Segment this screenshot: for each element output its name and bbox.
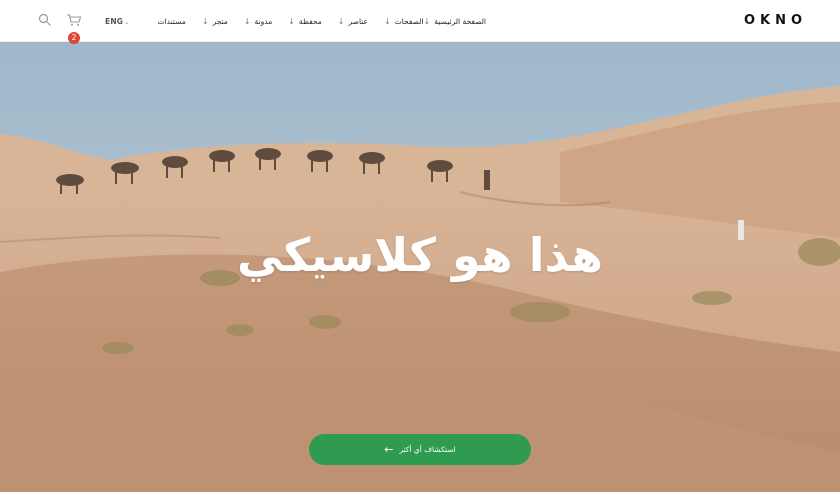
hero-title: هذا هو كلاسيكي <box>237 228 603 282</box>
hero-section: هذا هو كلاسيكي استكشاف أي أكثر ← <box>0 42 840 492</box>
nav-item-home[interactable]: الصفحة الرئيسية ↓ <box>424 17 486 26</box>
arrow-down-icon: ↓ <box>201 16 209 26</box>
arrow-left-icon: ← <box>384 443 394 456</box>
nav-item-label: مستندات <box>157 16 186 26</box>
nav-item-label: الصفحة الرئيسية <box>434 16 486 26</box>
nav-item-label: محفظة <box>298 16 322 26</box>
nav-item-label: مدونة <box>254 16 273 26</box>
nav-item-docs[interactable]: مستندات <box>158 17 186 26</box>
nav-item-portfolio[interactable]: محفظة ↓ <box>288 17 322 26</box>
arrow-down-icon: ↓ <box>337 16 345 26</box>
search-icon[interactable] <box>38 12 52 26</box>
nav-item-pages[interactable]: الصفحات ↓ <box>384 17 424 26</box>
arrow-down-icon: ↓ <box>243 16 251 26</box>
nav-item-label: عناصر <box>348 16 368 26</box>
site-logo[interactable]: OKNO <box>744 13 807 28</box>
nav-item-label: الصفحات <box>394 16 424 26</box>
nav-item-shop[interactable]: متجر ↓ <box>202 17 228 26</box>
chevron-down-icon: ⌄ <box>124 19 130 26</box>
nav-item-elements[interactable]: عناصر ↓ <box>338 17 368 26</box>
site-header: 2 ENG⌄ الصفحة الرئيسية ↓ الصفحات ↓ عناصر… <box>0 0 840 44</box>
language-label: ENG <box>105 17 124 26</box>
explore-button-label: استكشاف أي أكثر <box>399 445 456 454</box>
nav-item-blog[interactable]: مدونة ↓ <box>244 17 272 26</box>
cart-icon[interactable] <box>66 12 82 26</box>
main-nav: الصفحة الرئيسية ↓ الصفحات ↓ عناصر ↓ محفظ… <box>142 0 486 42</box>
language-selector[interactable]: ENG⌄ <box>105 17 129 26</box>
arrow-down-icon: ↓ <box>423 16 431 26</box>
cart-count-badge: 2 <box>68 32 80 44</box>
nav-item-label: متجر <box>212 16 228 26</box>
arrow-down-icon: ↓ <box>288 16 295 26</box>
explore-button[interactable]: استكشاف أي أكثر ← <box>309 434 531 465</box>
arrow-down-icon: ↓ <box>383 16 391 26</box>
